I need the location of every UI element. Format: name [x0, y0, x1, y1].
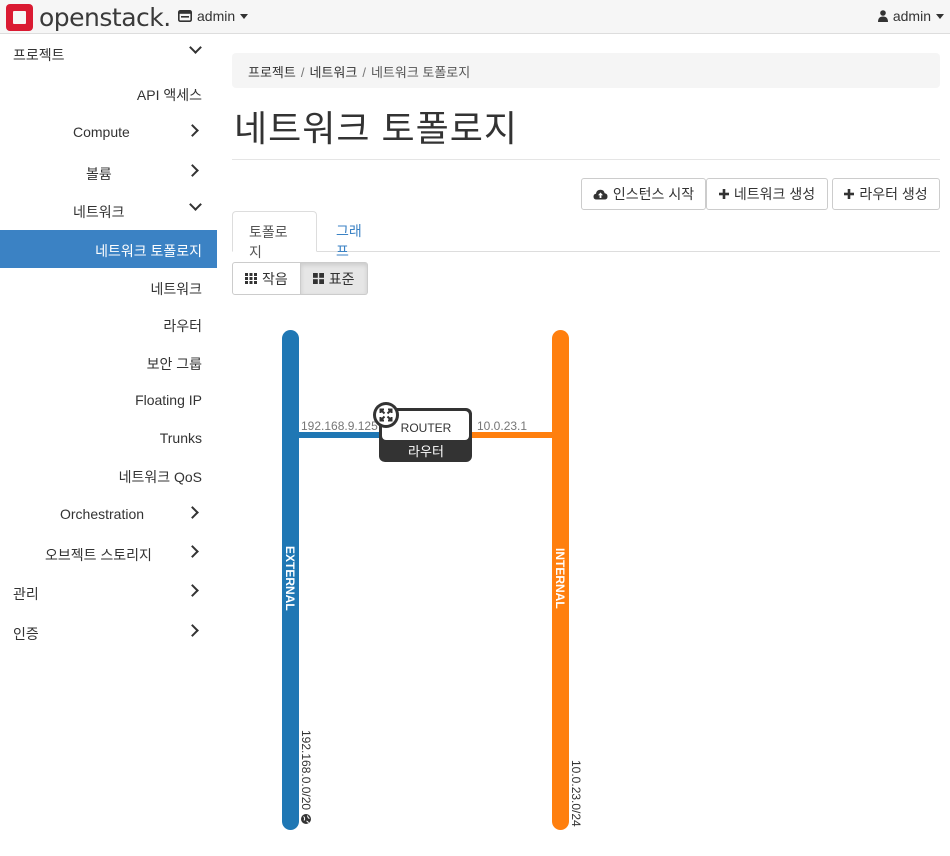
topology-tabs: 토폴로지 그래프 [232, 211, 940, 260]
sidebar-item-label: 네트워크 [150, 281, 202, 297]
sidebar-item-networks[interactable]: 네트워크 [0, 268, 217, 306]
chevron-down-icon [240, 13, 249, 19]
sidebar-item-label: 라우터 [163, 318, 202, 334]
network-bar-internal[interactable] [552, 330, 569, 830]
chevron-right-icon [186, 545, 199, 558]
grid-small-icon [245, 273, 257, 284]
cloud-upload-icon [593, 189, 608, 199]
plus-icon [718, 189, 729, 199]
normal-view-button[interactable]: 표준 [300, 262, 368, 295]
sidebar-item-label: 오브젝트 스토리지 [45, 547, 152, 563]
sidebar-item-label: 네트워크 QoS [118, 469, 202, 485]
create-router-button[interactable]: 라우터 생성 [832, 178, 940, 210]
user-menu-label: admin [892, 8, 931, 24]
tab-topology-label: 토폴로지 [249, 224, 288, 260]
view-size-toggle: 작음 표준 [232, 262, 368, 295]
globe-icon [301, 814, 311, 824]
network-bar-external[interactable] [282, 330, 299, 830]
grid-large-icon [312, 273, 324, 284]
sidebar-item-volumes[interactable]: 볼륨 [0, 153, 217, 191]
project-icon [178, 10, 192, 22]
sidebar-item-orchestration[interactable]: Orchestration [0, 495, 217, 533]
brand-name: openstack [39, 2, 164, 32]
sidebar-item-label: 네트워크 토폴로지 [95, 243, 202, 259]
chevron-down-icon [936, 13, 944, 19]
create-network-label: 네트워크 생성 [733, 186, 816, 202]
brand-dot: . [163, 2, 171, 32]
chevron-down-icon [189, 198, 202, 211]
sidebar-item-api-access[interactable]: API 액세스 [0, 74, 217, 112]
tab-graph-label: 그래프 [336, 223, 362, 259]
router-icon [373, 402, 399, 428]
external-link-line [299, 432, 381, 438]
internal-link-line [469, 432, 555, 438]
openstack-logo[interactable]: openstack. [6, 2, 171, 32]
sidebar-item-label: Trunks [159, 430, 202, 446]
network-cidr-external: 192.168.0.0/20 [299, 730, 313, 810]
breadcrumb-item-network[interactable]: 네트워크 [309, 65, 357, 80]
router-type-label: ROUTER [401, 421, 452, 435]
launch-instance-button[interactable]: 인스턴스 시작 [581, 178, 706, 210]
sidebar-item-label: 관리 [13, 586, 39, 602]
sidebar-item-security-groups[interactable]: 보안 그룹 [0, 343, 217, 381]
small-view-button[interactable]: 작음 [232, 262, 301, 295]
sidebar-item-label: 인증 [13, 626, 39, 642]
page-title: 네트워크 토폴로지 [234, 108, 518, 149]
top-navbar: openstack. admin admin [0, 0, 950, 34]
network-cidr-internal: 10.0.23.0/24 [569, 760, 583, 827]
router-ip-external: 192.168.9.125 [301, 419, 378, 433]
sidebar-item-label: Orchestration [60, 506, 145, 522]
router-ip-internal: 10.0.23.1 [477, 419, 527, 433]
sidebar-item-routers[interactable]: 라우터 [0, 305, 217, 343]
tab-graph[interactable]: 그래프 [320, 211, 390, 259]
sidebar-item-floating-ips[interactable]: Floating IP [0, 381, 217, 419]
breadcrumb-item-current: 네트워크 토폴로지 [370, 65, 471, 80]
sidebar-item-admin[interactable]: 관리 [0, 573, 217, 611]
sidebar-item-network-group[interactable]: 네트워크 [0, 191, 217, 229]
user-icon [877, 10, 888, 22]
sidebar-item-label: 프로젝트 [13, 47, 65, 63]
project-selector-label: admin [197, 8, 236, 24]
sidebar-item-label: Compute [73, 124, 130, 140]
openstack-logo-icon [6, 3, 33, 31]
chevron-right-icon [186, 624, 199, 637]
sidebar-item-network-qos[interactable]: 네트워크 QoS [0, 456, 217, 494]
sidebar-item-compute[interactable]: Compute [0, 113, 217, 151]
sidebar-item-label: 보안 그룹 [146, 356, 202, 372]
router-node[interactable]: ROUTER 라우터 [373, 402, 472, 462]
plus-icon [844, 189, 855, 199]
sidebar-item-trunks[interactable]: Trunks [0, 419, 217, 457]
breadcrumb: 프로젝트 / 네트워크 / 네트워크 토폴로지 [232, 53, 940, 88]
user-menu[interactable]: admin [877, 8, 944, 24]
sidebar-item-label: 볼륨 [86, 166, 112, 182]
router-name-label: 라우터 [408, 444, 444, 459]
small-view-label: 작음 [262, 270, 288, 287]
divider [232, 159, 940, 160]
sidebar-item-label: 네트워크 [73, 204, 125, 220]
breadcrumb-item-project[interactable]: 프로젝트 [248, 65, 296, 80]
sidebar-item-object-storage[interactable]: 오브젝트 스토리지 [0, 534, 217, 572]
tab-topology[interactable]: 토폴로지 [232, 211, 317, 260]
sidebar-item-label: Floating IP [135, 392, 202, 408]
project-selector[interactable]: admin [178, 8, 249, 24]
sidebar: 프로젝트 API 액세스 Compute 볼륨 네트워크 네트워크 토폴로지 네… [0, 34, 217, 856]
create-router-label: 라우터 생성 [859, 186, 928, 202]
create-network-button[interactable]: 네트워크 생성 [706, 178, 828, 210]
launch-instance-label: 인스턴스 시작 [612, 186, 695, 202]
chevron-down-icon [189, 41, 202, 54]
chevron-right-icon [186, 506, 199, 519]
chevron-right-icon [186, 124, 199, 137]
sidebar-item-label: API 액세스 [136, 87, 202, 103]
chevron-right-icon [186, 164, 199, 177]
chevron-right-icon [186, 584, 199, 597]
sidebar-item-identity[interactable]: 인증 [0, 613, 217, 651]
normal-view-label: 표준 [328, 270, 355, 287]
sidebar-item-network-topology[interactable]: 네트워크 토폴로지 [0, 230, 217, 268]
sidebar-item-project[interactable]: 프로젝트 [0, 34, 217, 72]
